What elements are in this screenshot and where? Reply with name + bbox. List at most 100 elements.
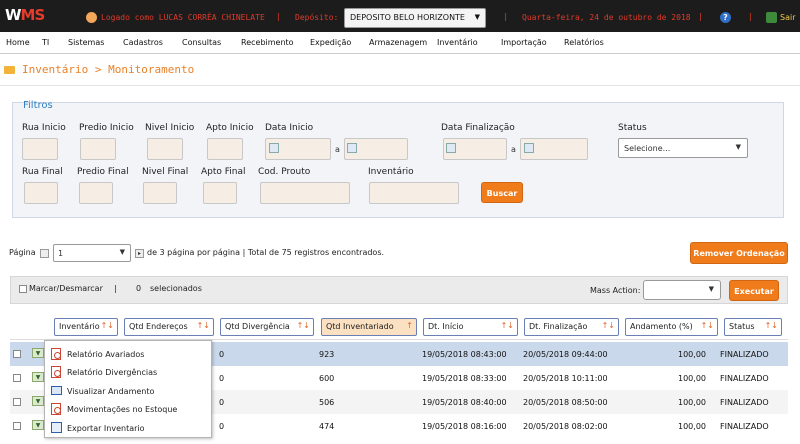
pdf-icon xyxy=(51,366,61,378)
separator: | xyxy=(698,12,703,21)
menu-item-importacao[interactable]: Importação xyxy=(501,38,547,47)
cell-qtd-inventariado: 923 xyxy=(319,350,335,359)
separator: | xyxy=(276,12,281,21)
column-header-andamento[interactable]: Andamento (%) ↑↓ xyxy=(625,318,718,336)
page-select[interactable]: 1 ▼ xyxy=(53,244,131,262)
window-icon xyxy=(51,386,62,395)
sort-icon: ↑↓ xyxy=(764,321,778,330)
main-menu: Home TI Sistemas Cadastros Consultas Rec… xyxy=(0,32,800,54)
apto-final-label: Apto Final xyxy=(201,167,246,177)
user-icon xyxy=(86,12,97,23)
calendar-icon[interactable] xyxy=(269,143,279,153)
sort-icon: ↑↓ xyxy=(296,321,310,330)
row-checkbox[interactable] xyxy=(13,422,21,430)
row-checkbox[interactable] xyxy=(13,350,21,358)
rua-inicio-input[interactable] xyxy=(22,138,58,160)
rua-inicio-label: Rua Inicio xyxy=(22,123,66,133)
row-checkbox[interactable] xyxy=(13,374,21,382)
calendar-icon[interactable] xyxy=(347,143,357,153)
nivel-inicio-label: Nivel Inicio xyxy=(145,123,195,133)
row-actions-toggle-icon[interactable]: ▼ xyxy=(32,396,44,406)
exit-icon[interactable] xyxy=(766,12,777,23)
cell-qtd-enderecos: 0 xyxy=(219,350,225,359)
menu-item-exportar-inventario[interactable]: Exportar Inventario xyxy=(45,419,213,437)
select-all-label[interactable]: Marcar/Desmarcar xyxy=(29,284,103,293)
range-separator: a xyxy=(335,145,340,154)
cell-andamento: 100,00 xyxy=(678,350,706,359)
menu-item-inventario[interactable]: Inventário xyxy=(437,38,478,47)
inventario-input[interactable] xyxy=(369,182,459,204)
pdf-icon xyxy=(51,348,61,360)
cell-qtd-inventariado: 600 xyxy=(319,374,335,383)
cell-dt-finalizacao: 20/05/2018 09:44:00 xyxy=(523,350,608,359)
row-actions-toggle-icon[interactable]: ▼ xyxy=(32,348,44,358)
select-all-checkbox[interactable] xyxy=(19,285,27,293)
row-checkbox[interactable] xyxy=(13,398,21,406)
menu-item-movimentacoes-estoque[interactable]: Movimentações no Estoque xyxy=(45,400,213,418)
prev-page-icon[interactable] xyxy=(40,249,49,258)
chevron-down-icon: ▼ xyxy=(708,285,714,293)
status-select[interactable]: Selecione... ▼ xyxy=(618,138,748,158)
menu-item-sistemas[interactable]: Sistemas xyxy=(68,38,104,47)
cell-dt-inicio: 19/05/2018 08:43:00 xyxy=(422,350,507,359)
menu-item-armazenagem[interactable]: Armazenagem xyxy=(369,38,427,47)
column-header-qtd-inventariado[interactable]: Qtd Inventariado ↑ xyxy=(321,318,417,336)
cell-qtd-enderecos: 0 xyxy=(219,398,225,407)
row-actions-toggle-icon[interactable]: ▼ xyxy=(32,420,44,430)
menu-item-visualizar-andamento[interactable]: Visualizar Andamento xyxy=(45,382,213,400)
menu-item-relatorios[interactable]: Relatórios xyxy=(564,38,604,47)
nivel-inicio-input[interactable] xyxy=(147,138,183,160)
mass-action-select[interactable]: ▼ xyxy=(643,280,721,300)
row-context-menu: Relatório Avariados Relatório Divergênci… xyxy=(44,340,212,438)
menu-item-consultas[interactable]: Consultas xyxy=(182,38,221,47)
execute-button[interactable]: Executar xyxy=(729,280,779,301)
rua-final-input[interactable] xyxy=(24,182,58,204)
sort-icon: ↑↓ xyxy=(100,321,114,330)
menu-item-home[interactable]: Home xyxy=(6,38,30,47)
row-actions-toggle-icon[interactable]: ▼ xyxy=(32,372,44,382)
column-header-dt-inicio[interactable]: Dt. Início ↑↓ xyxy=(423,318,518,336)
exit-button[interactable]: Sair xyxy=(780,13,796,22)
predio-inicio-label: Predio Inicio xyxy=(79,123,134,133)
selected-label: selecionados xyxy=(150,284,202,293)
data-inicio-label: Data Inicio xyxy=(265,123,314,133)
column-header-qtd-enderecos[interactable]: Qtd Endereços ↑↓ xyxy=(124,318,214,336)
column-header-dt-finalizacao[interactable]: Dt. Finalização ↑↓ xyxy=(524,318,619,336)
cell-qtd-inventariado: 474 xyxy=(319,422,335,431)
predio-inicio-input[interactable] xyxy=(80,138,116,160)
column-header-inventario[interactable]: Inventário ↑↓ xyxy=(54,318,118,336)
cell-status: FINALIZADO xyxy=(720,374,769,383)
next-page-icon[interactable]: ▸ xyxy=(135,249,144,258)
apto-inicio-input[interactable] xyxy=(207,138,243,160)
page-value: 1 xyxy=(58,249,64,258)
cod-produto-label: Cod. Prouto xyxy=(258,167,311,177)
menu-item-recebimento[interactable]: Recebimento xyxy=(241,38,294,47)
logged-user-text: Logado como LUCAS CORRÊA CHINELATE xyxy=(101,13,265,22)
cell-dt-finalizacao: 20/05/2018 08:02:00 xyxy=(523,422,608,431)
top-bar: WMS Logado como LUCAS CORRÊA CHINELATE |… xyxy=(0,0,800,32)
nivel-final-input[interactable] xyxy=(143,182,177,204)
cod-produto-input[interactable] xyxy=(260,182,350,204)
remove-order-button[interactable]: Remover Ordenação xyxy=(690,242,788,264)
logo: WMS xyxy=(5,6,45,24)
apto-final-input[interactable] xyxy=(203,182,237,204)
menu-item-ti[interactable]: TI xyxy=(42,38,49,47)
help-icon[interactable]: ? xyxy=(720,12,731,23)
deposit-select[interactable]: DEPOSITO BELO HORIZONTE ▼ xyxy=(344,8,486,28)
inventario-label: Inventário xyxy=(368,167,414,177)
search-button[interactable]: Buscar xyxy=(481,182,523,203)
folder-icon xyxy=(4,66,15,74)
cell-dt-finalizacao: 20/05/2018 10:11:00 xyxy=(523,374,608,383)
column-header-qtd-divergencia[interactable]: Qtd Divergência ↑↓ xyxy=(220,318,314,336)
column-header-status[interactable]: Status ↑↓ xyxy=(724,318,782,336)
predio-final-input[interactable] xyxy=(79,182,113,204)
cell-dt-inicio: 19/05/2018 08:33:00 xyxy=(422,374,507,383)
cell-dt-inicio: 19/05/2018 08:40:00 xyxy=(422,398,507,407)
menu-item-expedicao[interactable]: Expedição xyxy=(310,38,351,47)
calendar-icon[interactable] xyxy=(446,143,456,153)
calendar-icon[interactable] xyxy=(524,143,534,153)
menu-item-relatorio-divergencias[interactable]: Relatório Divergências xyxy=(45,363,213,381)
separator: | xyxy=(503,12,508,21)
menu-item-cadastros[interactable]: Cadastros xyxy=(123,38,163,47)
menu-item-relatorio-avariados[interactable]: Relatório Avariados xyxy=(45,345,213,363)
